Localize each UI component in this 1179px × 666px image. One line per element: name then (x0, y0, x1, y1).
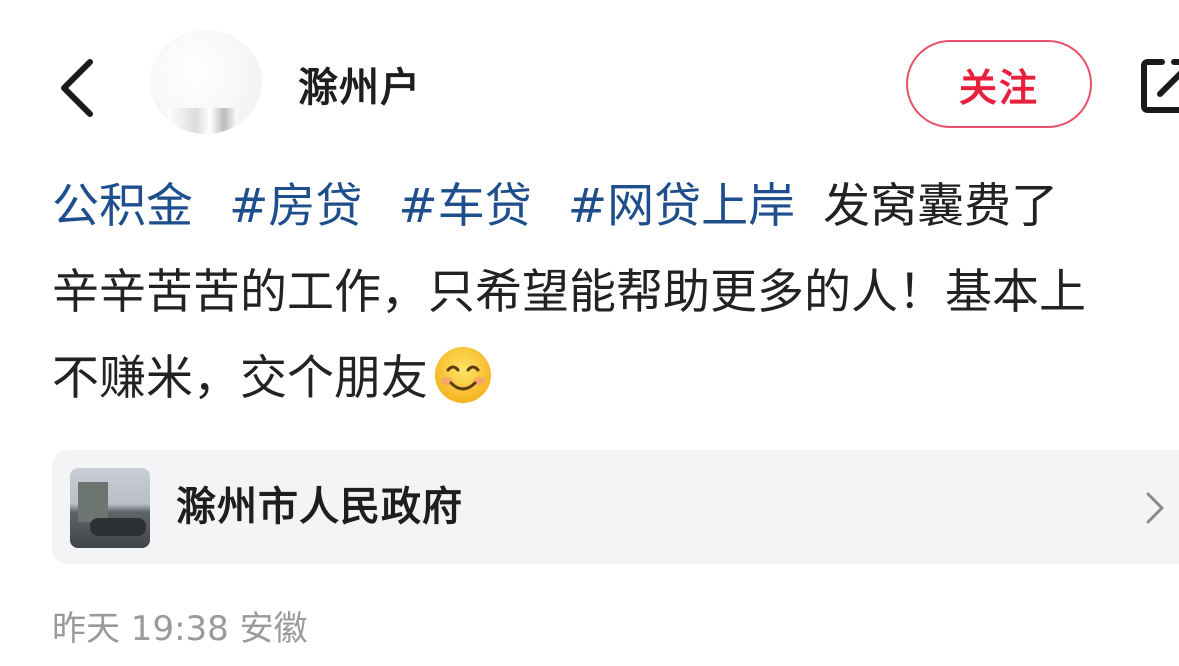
post-detail-page: 滁州户 关注 公积金 #房贷 #车贷 #网贷上岸 发窝囊费了 辛辛苦苦的工作，只希望能帮… (0, 0, 1179, 666)
post-line-1: 公积金 #房贷 #车贷 #网贷上岸 发窝囊费了 (52, 164, 1179, 250)
post-region: 安徽 (239, 609, 308, 649)
post-text: 不赚米，交个朋友 (52, 351, 428, 406)
post-meta: 昨天 19:38 安徽 (52, 606, 308, 652)
chevron-right-icon (1146, 492, 1164, 524)
username[interactable]: 滁州户 (298, 60, 422, 116)
hashtag-link[interactable]: #网贷上岸 (568, 179, 795, 234)
hashtag-link[interactable]: #房贷 (229, 179, 362, 234)
smiling-face-emoji-icon (435, 347, 491, 403)
follow-button[interactable]: 关注 (906, 40, 1092, 128)
avatar[interactable] (150, 30, 262, 134)
location-thumbnail (70, 468, 150, 548)
post-line-3: 不赚米，交个朋友 (52, 336, 1179, 422)
share-button[interactable] (1140, 52, 1179, 118)
back-button[interactable] (52, 56, 112, 120)
back-icon (61, 59, 93, 117)
location-name: 滁州市人民政府 (176, 484, 463, 530)
post-text: 发窝囊费了 (823, 179, 1059, 234)
share-icon (1141, 59, 1179, 113)
post-line-2: 辛辛苦苦的工作，只希望能帮助更多的人！基本上 (52, 265, 1086, 320)
post-content: 公积金 #房贷 #车贷 #网贷上岸 发窝囊费了 辛辛苦苦的工作，只希望能帮助更多的人！基… (52, 164, 1179, 422)
post-time: 昨天 19:38 (52, 609, 229, 649)
hashtag-link[interactable]: 公积金 (52, 179, 193, 234)
hashtag-link[interactable]: #车贷 (398, 179, 531, 234)
location-card[interactable]: 滁州市人民政府 (52, 450, 1179, 564)
